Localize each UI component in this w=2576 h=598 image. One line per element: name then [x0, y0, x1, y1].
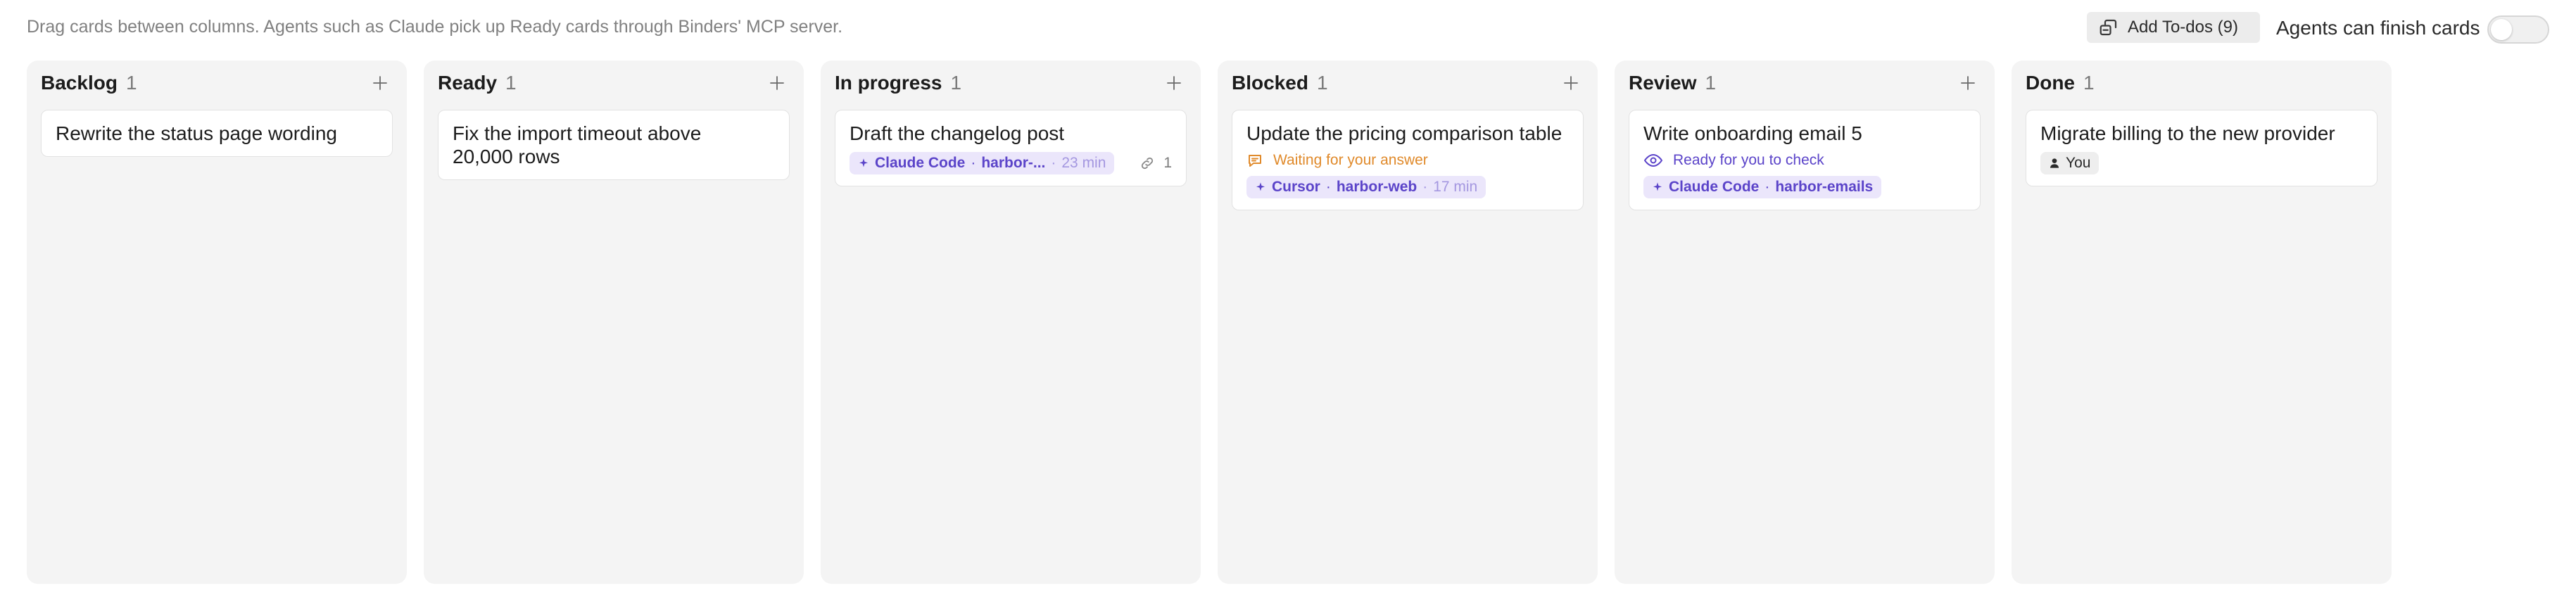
column-count: 1	[2083, 72, 2095, 94]
column-ready: Ready 1 Fix the import timeout above 20,…	[424, 61, 804, 584]
card-status: Ready for you to check	[1643, 152, 1966, 169]
separator: ·	[1764, 179, 1770, 195]
sparkle-icon	[859, 158, 868, 167]
column-count: 1	[1705, 72, 1717, 94]
card-title: Fix the import timeout above 20,000 rows	[453, 122, 702, 167]
column-count: 1	[1316, 72, 1328, 94]
speech-bubble-icon	[1249, 155, 1261, 167]
column-header: Backlog 1	[41, 70, 393, 96]
column-count: 1	[505, 72, 517, 94]
card-meta-row: You	[2040, 152, 2363, 174]
agent-chip[interactable]: Cursor · harbor-web · 17 min	[1246, 176, 1486, 198]
card[interactable]: Write onboarding email 5 Ready for you t…	[1629, 110, 1981, 210]
toggle-knob	[2491, 19, 2512, 40]
card-status: Waiting for your answer	[1246, 152, 1569, 169]
column-header: Ready 1	[438, 70, 790, 96]
column-review: Review 1 Write onboarding email 5 Ready …	[1615, 61, 1995, 584]
status-text: Ready for you to check	[1673, 152, 1824, 168]
column-title: Review	[1629, 72, 1697, 94]
card[interactable]: Rewrite the status page wording	[41, 110, 393, 157]
agent-chip[interactable]: Claude Code · harbor-emails	[1643, 176, 1882, 198]
separator: ·	[1422, 179, 1428, 195]
card-title: Draft the changelog post	[850, 122, 1065, 144]
column-done: Done 1 Migrate billing to the new provid…	[2012, 61, 2392, 584]
add-card-button[interactable]	[1161, 70, 1187, 96]
separator: ·	[1325, 179, 1331, 195]
column-title: In progress	[835, 72, 942, 94]
kanban-board: Backlog 1 Rewrite the status page wordin…	[0, 61, 2576, 584]
eye-icon	[1643, 153, 1663, 167]
column-title: Ready	[438, 72, 498, 94]
links-count[interactable]: 1	[1139, 155, 1172, 172]
column-header: Review 1	[1629, 70, 1981, 96]
link-icon	[1142, 157, 1154, 170]
column-header: Blocked 1	[1232, 70, 1584, 96]
card-meta-row: Claude Code · harbor-... · 23 min 1	[850, 152, 1172, 174]
agent-minutes: 23 min	[1061, 155, 1106, 171]
column-title: Done	[2026, 72, 2075, 94]
agent-name: Claude Code	[1669, 179, 1760, 195]
person-icon	[2050, 158, 2059, 168]
top-bar: Drag cards between columns. Agents such …	[0, 0, 2576, 59]
card-title: Update the pricing comparison table	[1246, 122, 1562, 144]
column-title: Backlog	[41, 72, 118, 94]
sparkle-icon	[1256, 182, 1265, 191]
column-title: Blocked	[1232, 72, 1308, 94]
import-icon	[2098, 17, 2119, 38]
sparkle-icon	[1653, 182, 1662, 191]
add-card-button[interactable]	[1558, 70, 1584, 96]
column-count: 1	[125, 72, 137, 94]
card[interactable]: Fix the import timeout above 20,000 rows	[438, 110, 790, 180]
column-count: 1	[950, 72, 962, 94]
add-card-button[interactable]	[367, 70, 393, 96]
status-text: Waiting for your answer	[1273, 152, 1428, 168]
column-in-progress: In progress 1 Draft the changelog post C…	[821, 61, 1201, 584]
column-header: In progress 1	[835, 70, 1187, 96]
add-todos-button[interactable]: Add To-dos (9)	[2087, 12, 2260, 43]
plus-icon	[1564, 76, 1578, 90]
card-title: Migrate billing to the new provider	[2040, 122, 2335, 144]
column-header: Done 1	[2026, 70, 2378, 96]
agent-name: Claude Code	[875, 155, 966, 171]
plus-icon	[1167, 76, 1181, 90]
board-hint: Drag cards between columns. Agents such …	[27, 17, 843, 37]
agent-repo: harbor-...	[981, 155, 1046, 171]
column-blocked: Blocked 1 Update the pricing comparison …	[1218, 61, 1598, 584]
card-meta-row: Claude Code · harbor-emails	[1643, 176, 1966, 198]
assignee-name: You	[2066, 155, 2091, 171]
plus-icon	[770, 76, 784, 90]
add-card-button[interactable]	[764, 70, 790, 96]
agent-repo: harbor-web	[1336, 179, 1418, 195]
agents-can-finish-toggle[interactable]	[2487, 15, 2549, 44]
add-card-button[interactable]	[1955, 70, 1981, 96]
card-meta-row: Cursor · harbor-web · 17 min	[1246, 176, 1569, 198]
agent-name: Cursor	[1272, 179, 1320, 195]
card[interactable]: Update the pricing comparison table Wait…	[1232, 110, 1584, 210]
card-title: Rewrite the status page wording	[56, 122, 337, 144]
agent-repo: harbor-emails	[1775, 179, 1874, 195]
agent-minutes: 17 min	[1433, 179, 1478, 195]
agents-toggle-label: Agents can finish cards	[2276, 17, 2480, 39]
separator: ·	[1051, 155, 1056, 171]
plus-icon	[373, 76, 387, 90]
card[interactable]: Migrate billing to the new provider You	[2026, 110, 2378, 186]
card[interactable]: Draft the changelog post Claude Code · h…	[835, 110, 1187, 186]
separator: ·	[971, 155, 976, 171]
card-title: Write onboarding email 5	[1643, 122, 1862, 144]
plus-icon	[1961, 76, 1975, 90]
add-todos-label: Add To-dos (9)	[2128, 18, 2238, 37]
assignee-chip[interactable]: You	[2040, 152, 2100, 174]
column-backlog: Backlog 1 Rewrite the status page wordin…	[27, 61, 407, 584]
links-count-value: 1	[1163, 155, 1172, 171]
agent-chip[interactable]: Claude Code · harbor-... · 23 min	[850, 152, 1115, 174]
